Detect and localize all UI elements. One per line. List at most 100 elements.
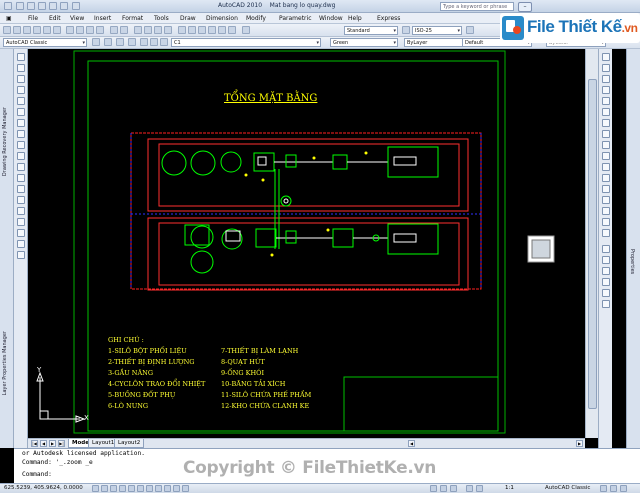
break-at-point-icon[interactable] <box>602 174 610 182</box>
arc-icon[interactable] <box>17 108 25 116</box>
ellipse-arc-icon[interactable] <box>17 163 25 171</box>
layer-properties-icon[interactable] <box>104 38 112 46</box>
lineweight-icon[interactable] <box>173 485 180 492</box>
lightbulb-icon[interactable] <box>140 38 148 46</box>
cut-icon[interactable] <box>66 26 74 34</box>
quick-view-layouts-icon[interactable] <box>440 485 447 492</box>
vertical-scrollbar[interactable] <box>585 49 598 438</box>
open-icon[interactable] <box>27 2 35 10</box>
layer-isolate-icon[interactable] <box>602 300 610 308</box>
drawing-area[interactable]: Y X TỔNG MẶT BẰNG GHI CHÚ : 1-SILÔ BỘT P… <box>28 49 585 438</box>
mirror-icon[interactable] <box>602 75 610 83</box>
layer-state-icon[interactable] <box>116 38 124 46</box>
erase-icon[interactable] <box>602 53 610 61</box>
table-icon[interactable] <box>17 240 25 248</box>
dim-style-icon[interactable] <box>402 26 410 34</box>
polyline-icon[interactable] <box>17 75 25 83</box>
revision-cloud-icon[interactable] <box>17 130 25 138</box>
save-file-icon[interactable] <box>23 26 31 34</box>
minimize-button[interactable]: – <box>518 2 532 12</box>
pan-icon[interactable] <box>134 26 142 34</box>
match-properties-icon[interactable] <box>96 26 104 34</box>
menu-modify[interactable]: Modify <box>246 15 266 22</box>
line-icon[interactable] <box>17 53 25 61</box>
redo-toolbar-icon[interactable] <box>120 26 128 34</box>
previous-tab-icon[interactable]: ◀ <box>40 440 47 447</box>
object-snap-icon[interactable] <box>137 485 144 492</box>
break-icon[interactable] <box>602 185 610 193</box>
copy-object-icon[interactable] <box>602 64 610 72</box>
workspace-settings-icon[interactable] <box>92 38 100 46</box>
polygon-icon[interactable] <box>17 86 25 94</box>
tool-palettes-icon[interactable] <box>198 26 206 34</box>
mtext-icon[interactable] <box>17 251 25 259</box>
tab-layout2[interactable]: Layout2 <box>114 439 145 448</box>
color-select[interactable]: Green <box>330 38 398 47</box>
next-tab-icon[interactable]: ▶ <box>49 440 56 447</box>
blend-icon[interactable] <box>602 245 610 253</box>
workspace-switch[interactable]: AutoCAD Classic <box>545 485 590 491</box>
grid-display-icon[interactable] <box>110 485 117 492</box>
quick-view-drawings-icon[interactable] <box>450 485 457 492</box>
properties-palette-tab[interactable]: Properties <box>629 249 635 274</box>
layer-properties-manager-tab[interactable]: Layer Properties Manager <box>2 331 12 395</box>
explode-icon[interactable] <box>602 229 610 237</box>
isolate-objects-icon[interactable] <box>610 485 617 492</box>
scroll-right-icon[interactable]: ▶ <box>576 440 583 447</box>
menu-help[interactable]: Help <box>348 15 362 22</box>
move-icon[interactable] <box>602 108 610 116</box>
stretch-icon[interactable] <box>602 141 610 149</box>
scale-icon[interactable] <box>602 130 610 138</box>
preview-icon[interactable] <box>43 26 51 34</box>
menu-insert[interactable]: Insert <box>94 15 111 22</box>
chamfer-icon[interactable] <box>602 207 610 215</box>
rectangle-icon[interactable] <box>17 97 25 105</box>
new-icon[interactable] <box>16 2 24 10</box>
menu-file[interactable]: File <box>28 15 38 22</box>
scroll-thumb[interactable] <box>588 79 597 409</box>
menu-view[interactable]: View <box>70 15 84 22</box>
circle-icon[interactable] <box>17 119 25 127</box>
paste-icon[interactable] <box>86 26 94 34</box>
properties-palette-icon[interactable] <box>602 278 610 286</box>
hatch-icon[interactable] <box>17 207 25 215</box>
undo-toolbar-icon[interactable] <box>110 26 118 34</box>
text-style-select[interactable]: Standard <box>344 26 398 35</box>
fillet-icon[interactable] <box>602 218 610 226</box>
qnew-icon[interactable] <box>3 26 11 34</box>
clean-screen-icon[interactable] <box>620 485 627 492</box>
insert-block-icon[interactable] <box>17 174 25 182</box>
redo-icon[interactable] <box>60 2 68 10</box>
print-icon[interactable] <box>33 26 41 34</box>
dim-style-select[interactable]: ISO-25 <box>412 26 462 35</box>
menu-format[interactable]: Format <box>122 15 143 22</box>
plot-icon[interactable] <box>72 2 80 10</box>
workspace-select[interactable]: AutoCAD Classic <box>3 38 87 47</box>
region-icon[interactable] <box>17 229 25 237</box>
lengthen-icon[interactable] <box>602 256 610 264</box>
pan-status-icon[interactable] <box>466 485 473 492</box>
menu-dimension[interactable]: Dimension <box>206 15 238 22</box>
quick-properties-icon[interactable] <box>182 485 189 492</box>
ortho-mode-icon[interactable] <box>119 485 126 492</box>
sun-icon[interactable] <box>150 38 158 46</box>
first-tab-icon[interactable]: |◀ <box>31 440 38 447</box>
menu-edit[interactable]: Edit <box>49 15 61 22</box>
sheet-set-icon[interactable] <box>208 26 216 34</box>
menu-parametric[interactable]: Parametric <box>279 15 312 22</box>
zoom-window-icon[interactable] <box>154 26 162 34</box>
dynamic-input-icon[interactable] <box>164 485 171 492</box>
table-style-icon[interactable] <box>466 26 474 34</box>
calculator-icon[interactable] <box>228 26 236 34</box>
annotation-scale[interactable]: 1:1 <box>505 485 514 491</box>
last-tab-icon[interactable]: ▶| <box>58 440 65 447</box>
publish-icon[interactable] <box>53 26 61 34</box>
dynamic-ucs-icon[interactable] <box>155 485 162 492</box>
drawing-recovery-manager-tab[interactable]: Drawing Recovery Manager <box>2 107 12 176</box>
model-space-icon[interactable] <box>430 485 437 492</box>
copy-icon[interactable] <box>76 26 84 34</box>
point-icon[interactable] <box>17 196 25 204</box>
scroll-left-icon[interactable]: ◀ <box>408 440 415 447</box>
lock-ui-icon[interactable] <box>600 485 607 492</box>
zoom-status-icon[interactable] <box>476 485 483 492</box>
